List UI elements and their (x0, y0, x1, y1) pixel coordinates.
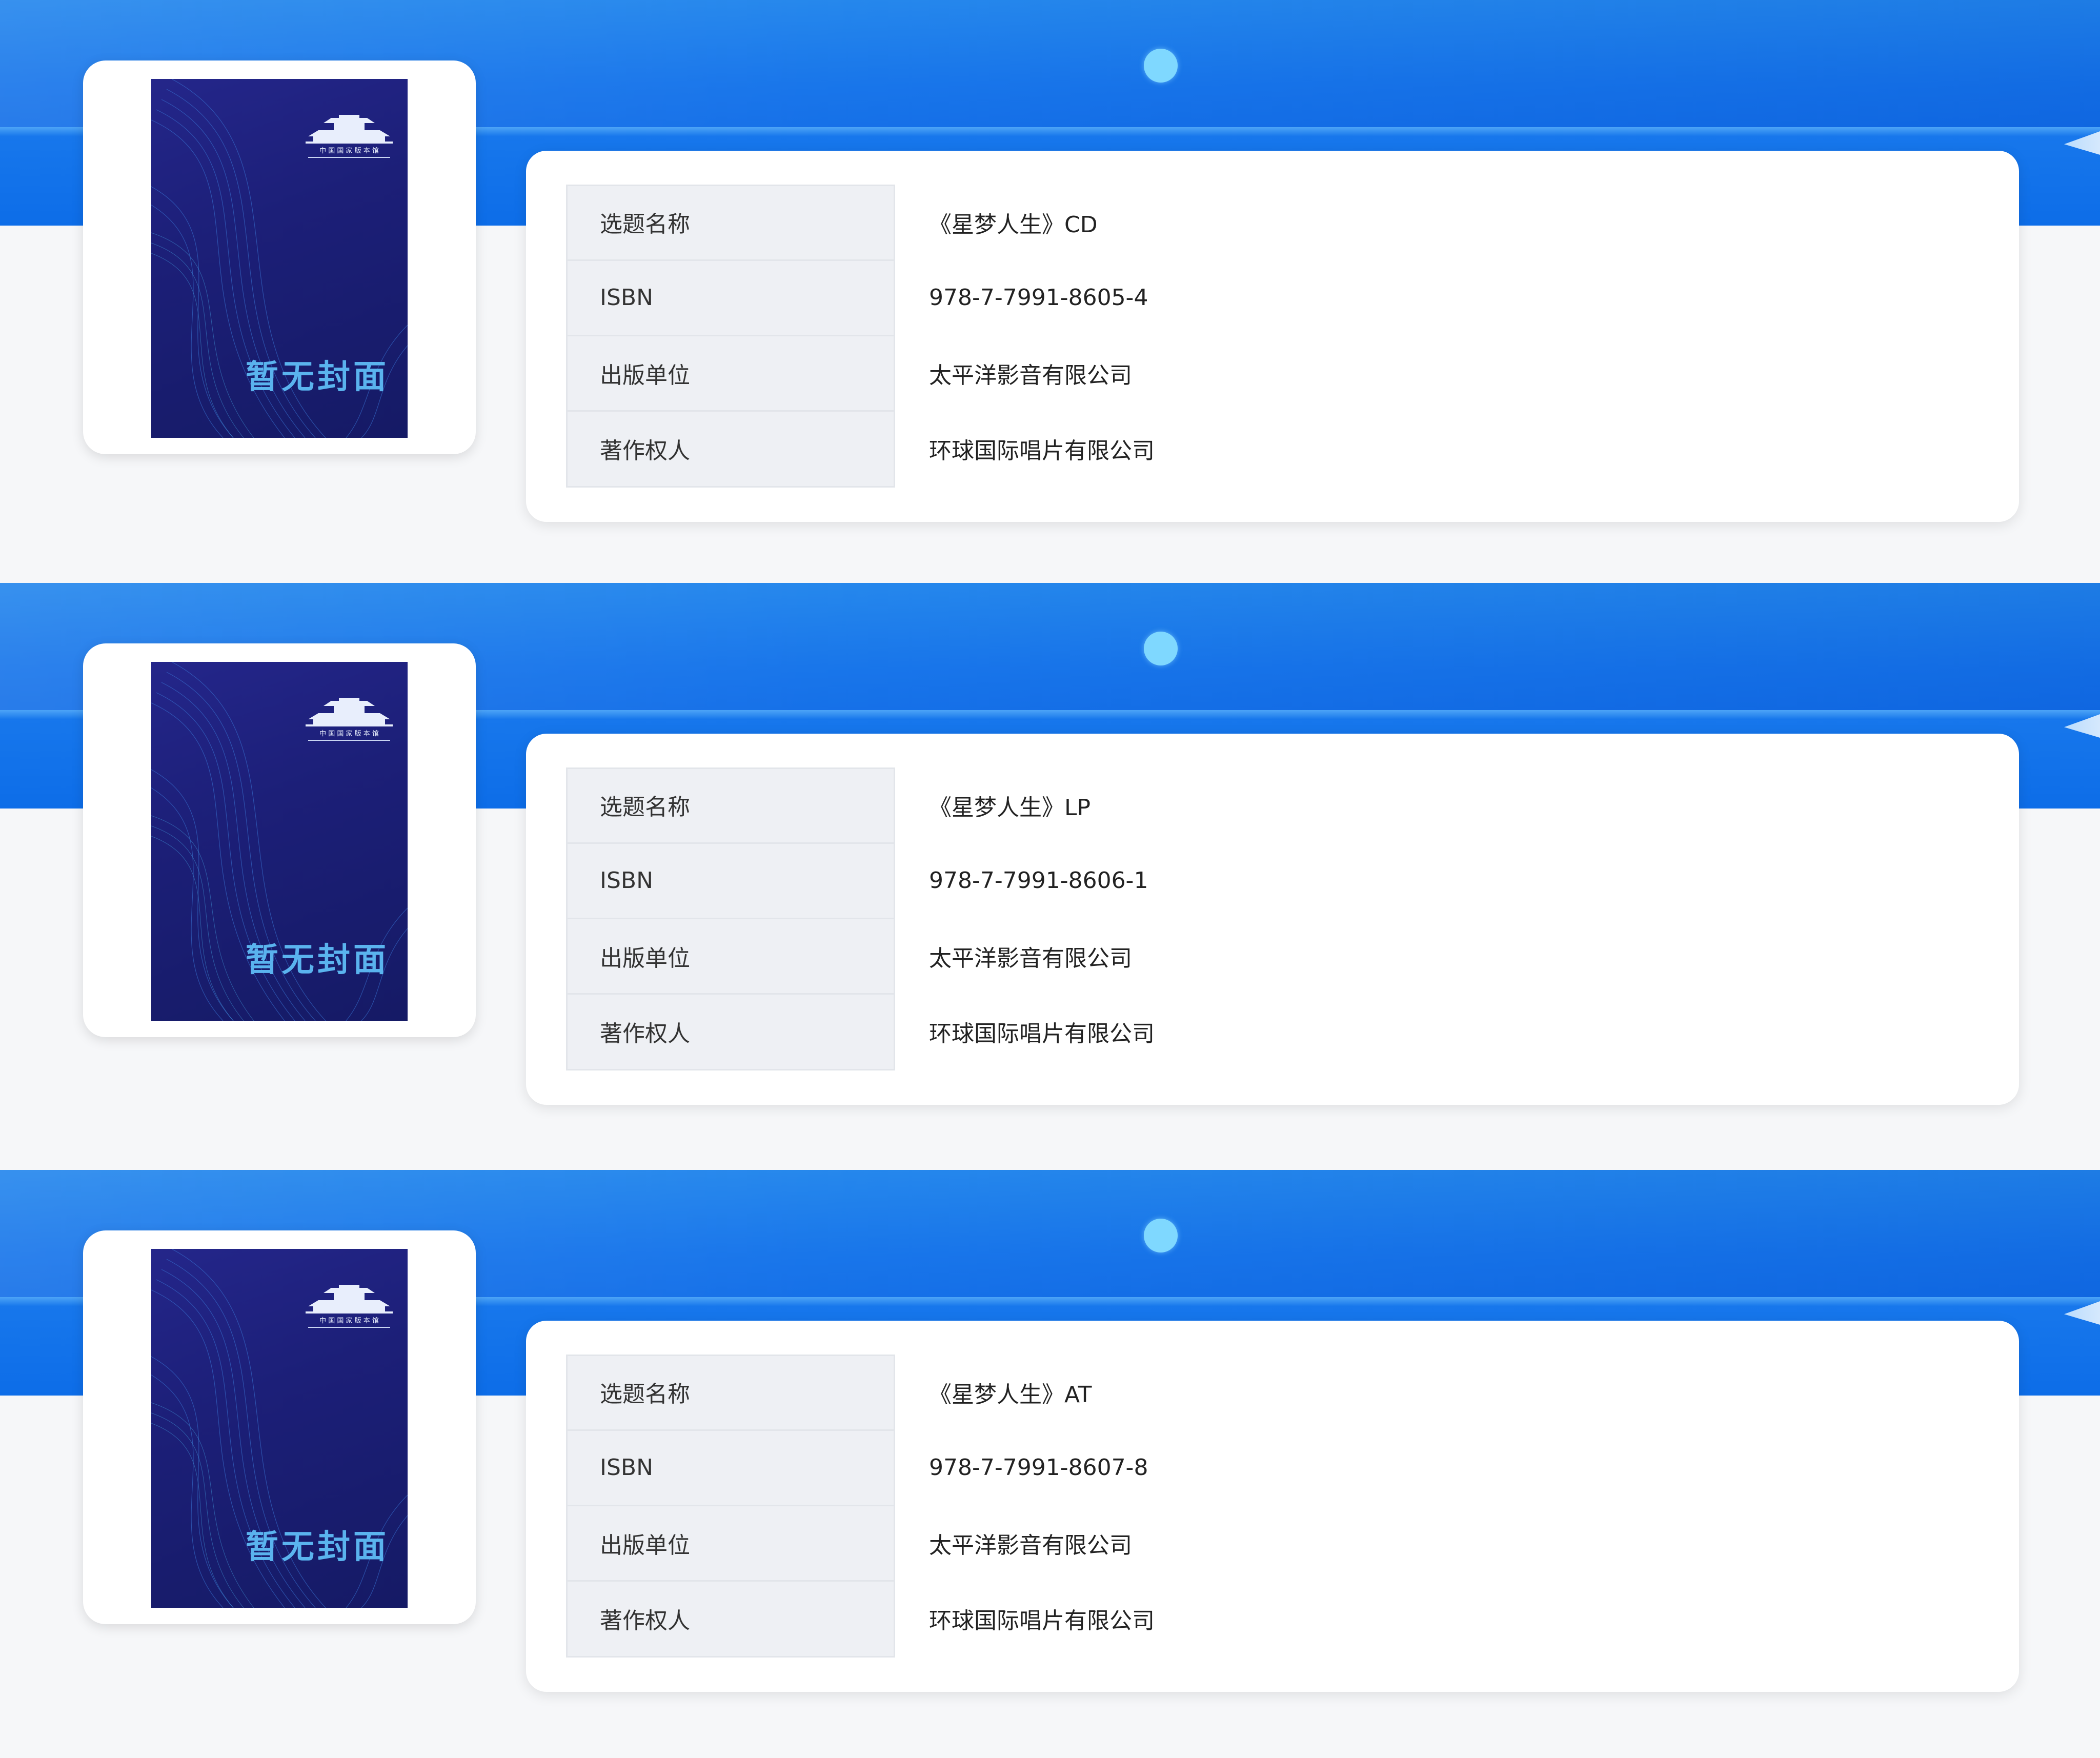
field-label-publisher: 出版单位 (566, 1505, 895, 1582)
field-value-copyright-holder: 环球国际唱片有限公司 (929, 1607, 1155, 1634)
info-table: 选题名称 《星梦人生》AT ISBN 978-7-7991-8607-8 出版单… (566, 1355, 1979, 1656)
dot-decoration (1144, 49, 1178, 83)
cover-card[interactable]: 中 国 国 家 版 本 馆 暂无封面 (83, 1230, 476, 1624)
field-value-title: 《星梦人生》LP (929, 794, 1091, 821)
field-value-publisher: 太平洋影音有限公司 (929, 362, 1132, 389)
field-value-isbn: 978-7-7991-8607-8 (929, 1454, 1148, 1481)
field-value-copyright-holder: 环球国际唱片有限公司 (929, 437, 1155, 464)
table-row: ISBN 978-7-7991-8605-4 (566, 260, 1979, 336)
table-row: 著作权人 环球国际唱片有限公司 (566, 1581, 1979, 1656)
record-card: 中 国 国 家 版 本 馆 暂无封面 选题名称 《星梦人生》AT ISBN 97… (0, 1170, 2100, 1758)
cover-card[interactable]: 中 国 国 家 版 本 馆 暂无封面 (83, 60, 476, 454)
field-label-isbn: ISBN (566, 843, 895, 919)
dot-decoration (1144, 632, 1178, 665)
cover-image: 中 国 国 家 版 本 馆 暂无封面 (151, 79, 408, 438)
field-label-isbn: ISBN (566, 260, 895, 336)
table-row: 选题名称 《星梦人生》AT (566, 1355, 1979, 1431)
table-row: 选题名称 《星梦人生》LP (566, 767, 1979, 844)
field-label-copyright-holder: 著作权人 (566, 411, 895, 486)
cover-image: 中 国 国 家 版 本 馆 暂无封面 (151, 662, 408, 1021)
field-label-title: 选题名称 (566, 1355, 895, 1431)
field-label-publisher: 出版单位 (566, 335, 895, 412)
field-label-title: 选题名称 (566, 767, 895, 844)
field-value-title: 《星梦人生》AT (929, 1381, 1092, 1408)
record-list: 中 国 国 家 版 本 馆 暂无封面 选题名称 《星梦人生》CD ISBN 97… (0, 0, 2100, 1758)
no-cover-label: 暂无封面 (246, 358, 389, 396)
building-logo-icon: 中 国 国 家 版 本 馆 (306, 115, 393, 158)
field-label-isbn: ISBN (566, 1430, 895, 1506)
cover-image: 中 国 国 家 版 本 馆 暂无封面 (151, 1249, 408, 1608)
table-row: 著作权人 环球国际唱片有限公司 (566, 994, 1979, 1069)
field-value-copyright-holder: 环球国际唱片有限公司 (929, 1020, 1155, 1047)
info-card: 选题名称 《星梦人生》AT ISBN 978-7-7991-8607-8 出版单… (526, 1321, 2019, 1692)
field-label-copyright-holder: 著作权人 (566, 1581, 895, 1656)
table-row: 出版单位 太平洋影音有限公司 (566, 1505, 1979, 1582)
field-value-title: 《星梦人生》CD (929, 211, 1098, 238)
table-row: 选题名称 《星梦人生》CD (566, 185, 1979, 261)
info-table: 选题名称 《星梦人生》LP ISBN 978-7-7991-8606-1 出版单… (566, 767, 1979, 1069)
table-row: 出版单位 太平洋影音有限公司 (566, 335, 1979, 412)
cover-card[interactable]: 中 国 国 家 版 本 馆 暂无封面 (83, 643, 476, 1037)
no-cover-label: 暂无封面 (246, 941, 389, 979)
field-value-isbn: 978-7-7991-8605-4 (929, 285, 1148, 311)
building-logo-icon: 中 国 国 家 版 本 馆 (306, 1285, 393, 1328)
info-card: 选题名称 《星梦人生》LP ISBN 978-7-7991-8606-1 出版单… (526, 734, 2019, 1105)
svg-text:中 国 国 家 版 本 馆: 中 国 国 家 版 本 馆 (319, 147, 379, 155)
field-value-publisher: 太平洋影音有限公司 (929, 1532, 1132, 1559)
no-cover-label: 暂无封面 (246, 1528, 389, 1566)
field-label-publisher: 出版单位 (566, 918, 895, 995)
table-row: 著作权人 环球国际唱片有限公司 (566, 411, 1979, 486)
table-row: ISBN 978-7-7991-8607-8 (566, 1430, 1979, 1506)
field-label-copyright-holder: 著作权人 (566, 994, 895, 1069)
record-card: 中 国 国 家 版 本 馆 暂无封面 选题名称 《星梦人生》LP ISBN 97… (0, 583, 2100, 1170)
svg-text:中 国 国 家 版 本 馆: 中 国 国 家 版 本 馆 (319, 730, 379, 738)
dot-decoration (1144, 1219, 1178, 1252)
info-card: 选题名称 《星梦人生》CD ISBN 978-7-7991-8605-4 出版单… (526, 151, 2019, 522)
field-label-title: 选题名称 (566, 185, 895, 261)
table-row: 出版单位 太平洋影音有限公司 (566, 918, 1979, 995)
field-value-isbn: 978-7-7991-8606-1 (929, 867, 1148, 894)
field-value-publisher: 太平洋影音有限公司 (929, 945, 1132, 972)
info-table: 选题名称 《星梦人生》CD ISBN 978-7-7991-8605-4 出版单… (566, 185, 1979, 486)
record-card: 中 国 国 家 版 本 馆 暂无封面 选题名称 《星梦人生》CD ISBN 97… (0, 0, 2100, 583)
svg-text:中 国 国 家 版 本 馆: 中 国 国 家 版 本 馆 (319, 1317, 379, 1325)
building-logo-icon: 中 国 国 家 版 本 馆 (306, 698, 393, 741)
table-row: ISBN 978-7-7991-8606-1 (566, 843, 1979, 919)
